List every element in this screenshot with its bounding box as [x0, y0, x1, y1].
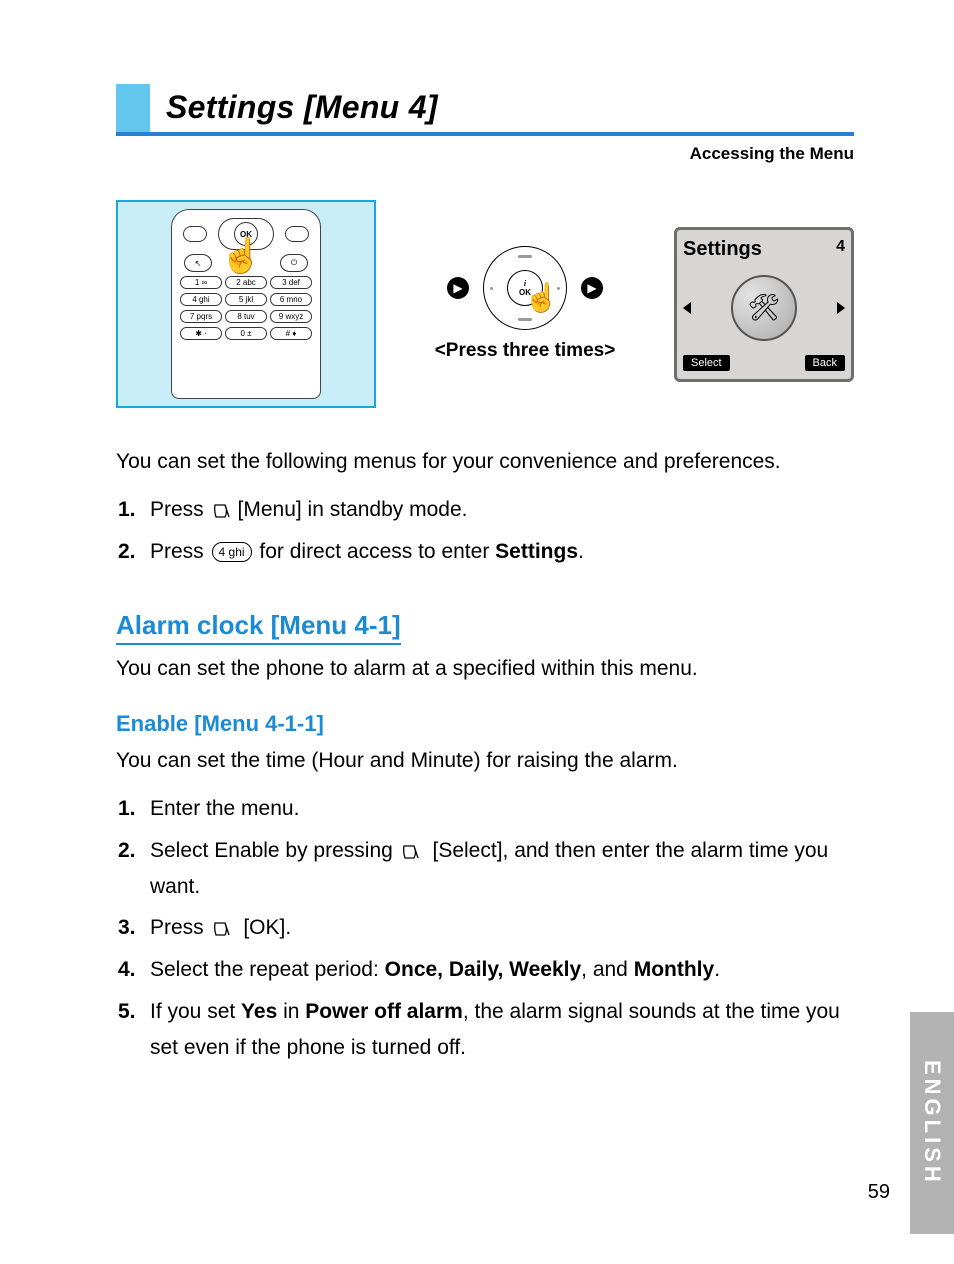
softkey-icon: [212, 502, 236, 520]
settings-wrench-icon: 🛠: [731, 275, 797, 341]
subsection-heading: Enable [Menu 4-1-1]: [116, 711, 854, 737]
intro-steps: 1.Press [Menu] in standby mode. 2.Press …: [116, 492, 854, 569]
triangle-right-icon: [837, 302, 845, 314]
page-header: Settings [Menu 4]: [116, 84, 854, 136]
language-tab: ENGLISH: [910, 1012, 954, 1234]
screen-index: 4: [836, 238, 845, 256]
nav-pad-icon: iOK ☝: [483, 246, 567, 330]
header-accent: [116, 84, 150, 132]
triangle-left-icon: [683, 302, 691, 314]
arrow-right-icon: ▶: [447, 277, 469, 299]
phone-screen: Settings 4 🛠 Select Back: [674, 227, 854, 382]
section-text: You can set the phone to alarm at a spec…: [116, 655, 854, 683]
list-item: 4.Select the repeat period: Once, Daily,…: [118, 952, 854, 988]
list-item: 1.Enter the menu.: [118, 791, 854, 827]
left-softkey-icon: [183, 226, 207, 242]
key-4-icon: 4 ghi: [212, 542, 252, 562]
softkey-icon: [401, 843, 425, 861]
enable-steps: 1.Enter the menu. 2.Select Enable by pre…: [116, 791, 854, 1065]
page-number: 59: [868, 1181, 890, 1204]
list-item: 2.Select Enable by pressing [Select], an…: [118, 833, 854, 904]
arrow-right-icon: ▶: [581, 277, 603, 299]
end-key-icon: ⏻: [280, 254, 308, 272]
section-heading: Alarm clock [Menu 4-1]: [116, 610, 401, 645]
right-softkey-icon: [285, 226, 309, 242]
screen-title: Settings: [683, 238, 762, 261]
page-subtitle: Accessing the Menu: [116, 144, 854, 164]
nav-caption: <Press three times>: [435, 340, 616, 362]
send-key-icon: ↖: [184, 254, 212, 272]
list-item: 2.Press 4 ghi for direct access to enter…: [118, 534, 854, 570]
phone-illustration: OK ↖ ⏻ 1 ∞2 abc3 def 4 ghi5 jkl6 mno 7 p…: [116, 200, 376, 408]
softkey-icon: [212, 920, 236, 938]
figure-row: OK ↖ ⏻ 1 ∞2 abc3 def 4 ghi5 jkl6 mno 7 p…: [116, 200, 854, 408]
intro-text: You can set the following menus for your…: [116, 448, 854, 476]
nav-instruction: ▶ iOK ☝ ▶ <Press three times>: [394, 246, 656, 362]
list-item: 3.Press [OK].: [118, 910, 854, 946]
list-item: 5.If you set Yes in Power off alarm, the…: [118, 994, 854, 1065]
page-title: Settings [Menu 4]: [166, 89, 438, 126]
subsection-text: You can set the time (Hour and Minute) f…: [116, 747, 854, 775]
ok-pad-icon: OK: [218, 218, 274, 250]
screen-select-label: Select: [683, 355, 730, 371]
list-item: 1.Press [Menu] in standby mode.: [118, 492, 854, 528]
screen-back-label: Back: [805, 355, 845, 371]
